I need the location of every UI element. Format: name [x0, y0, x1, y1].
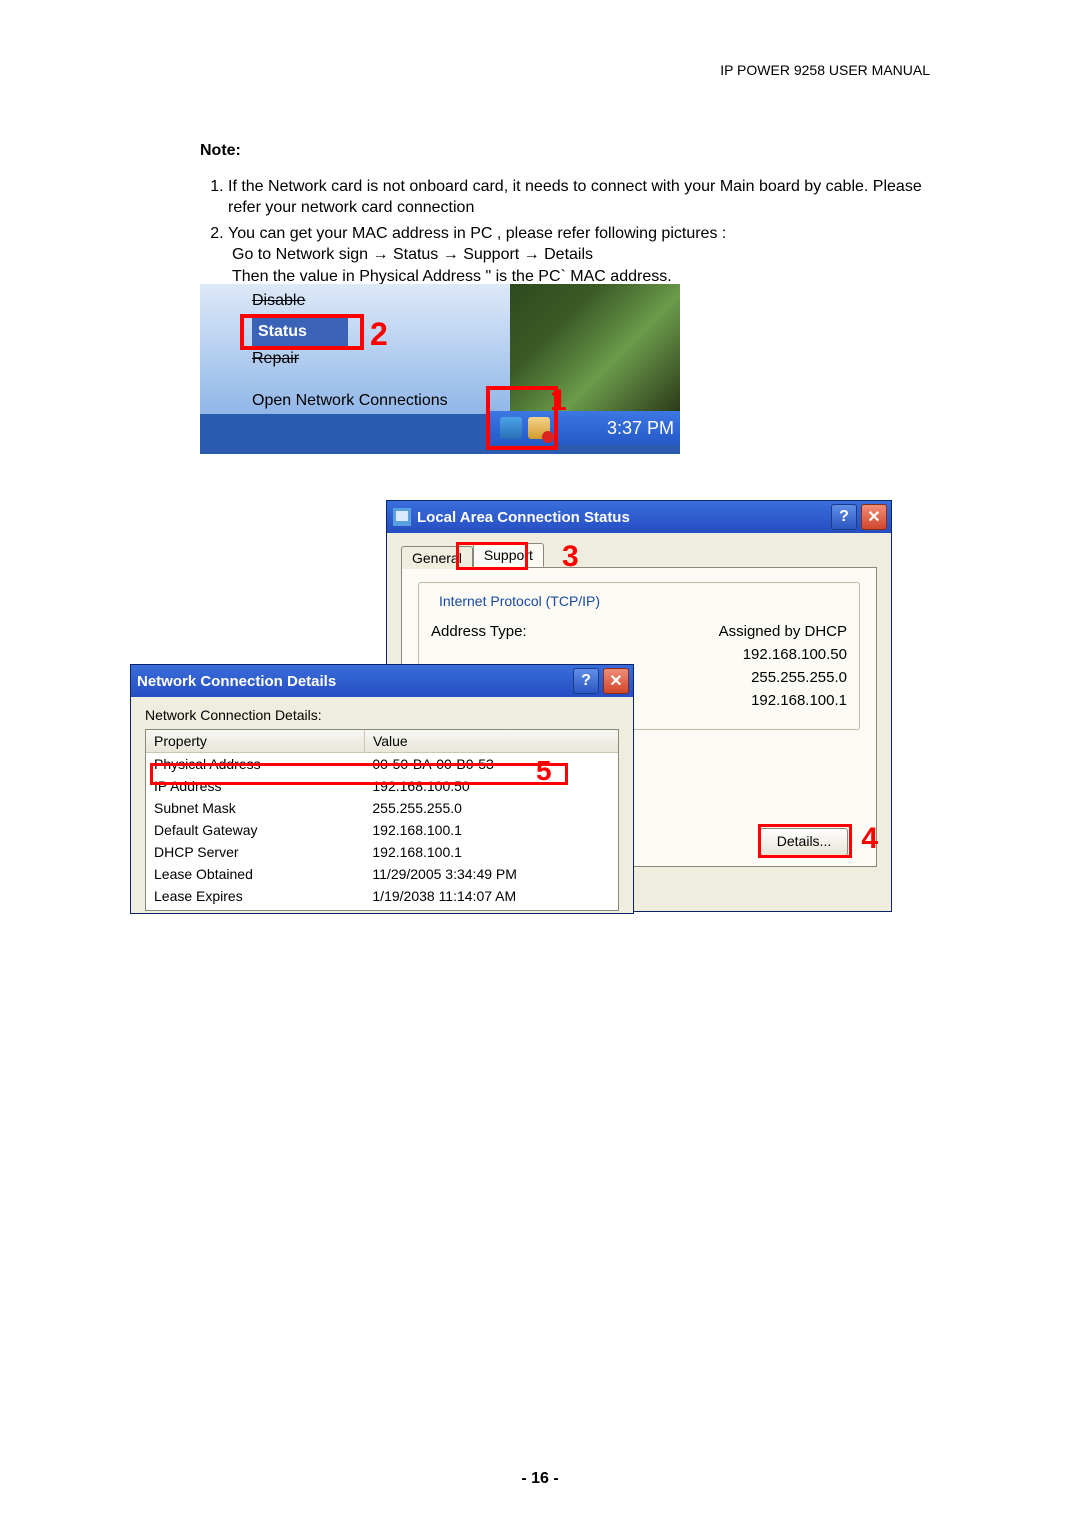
- annotation-number-3: 3: [562, 540, 579, 574]
- value-address-type: Assigned by DHCP: [719, 623, 847, 640]
- table-row: Lease Expires 1/19/2038 11:14:07 AM: [146, 885, 618, 907]
- annotation-number-5: 5: [536, 755, 552, 787]
- col-value: Value: [365, 730, 618, 752]
- details-title-text: Network Connection Details: [137, 673, 336, 690]
- note-item-2-text: You can get your MAC address in PC , ple…: [228, 225, 726, 242]
- details-list-header: Property Value: [146, 730, 618, 753]
- table-row: Subnet Mask 255.255.255.0: [146, 797, 618, 819]
- note-block: Note: If the Network card is not onboard…: [200, 140, 950, 288]
- prop: Lease Expires: [146, 885, 364, 907]
- ctx-repair[interactable]: Repair: [252, 350, 299, 368]
- annotation-number-1: 1: [550, 384, 567, 418]
- annotation-number-4: 4: [861, 822, 878, 856]
- label-address-type: Address Type:: [431, 623, 527, 640]
- note-title: Note:: [200, 140, 950, 162]
- annotation-number-2: 2: [370, 316, 388, 353]
- val: 11/29/2005 3:34:49 PM: [364, 863, 618, 885]
- val: 255.255.255.0: [364, 797, 618, 819]
- figure-dialogs: Local Area Connection Status ? ✕ General…: [130, 500, 890, 920]
- annotation-box-trayicon: [486, 386, 558, 450]
- table-row: Default Gateway 192.168.100.1: [146, 819, 618, 841]
- row-ip: 192.168.100.50: [431, 646, 847, 663]
- network-connection-details-window: Network Connection Details ? ✕ Network C…: [130, 664, 634, 914]
- annotation-box-status: [240, 314, 364, 350]
- details-label: Network Connection Details:: [145, 707, 619, 723]
- val: 192.168.100.1: [364, 841, 618, 863]
- note-item-2: You can get your MAC address in PC , ple…: [228, 223, 950, 288]
- status-title-text: Local Area Connection Status: [417, 509, 630, 526]
- details-titlebar: Network Connection Details ? ✕: [131, 665, 633, 697]
- table-row: Lease Obtained 11/29/2005 3:34:49 PM: [146, 863, 618, 885]
- status-titlebar: Local Area Connection Status ? ✕: [387, 501, 891, 533]
- table-row: DHCP Server 192.168.100.1: [146, 841, 618, 863]
- note-list: If the Network card is not onboard card,…: [200, 176, 950, 288]
- col-property: Property: [146, 730, 365, 752]
- help-button[interactable]: ?: [573, 668, 599, 694]
- tcpip-group-title: Internet Protocol (TCP/IP): [435, 593, 604, 609]
- annotation-box-details: [758, 824, 852, 858]
- close-button[interactable]: ✕: [861, 504, 887, 530]
- val: 192.168.100.1: [364, 819, 618, 841]
- figure-context-menu: Disable Status Repair Open Network Conne…: [200, 284, 680, 454]
- row-address-type: Address Type: Assigned by DHCP: [431, 623, 847, 640]
- help-button[interactable]: ?: [831, 504, 857, 530]
- value-gateway: 192.168.100.1: [751, 692, 847, 709]
- prop: DHCP Server: [146, 841, 364, 863]
- note-item-1: If the Network card is not onboard card,…: [228, 176, 950, 219]
- prop: Subnet Mask: [146, 797, 364, 819]
- page-number: - 16 -: [0, 1470, 1080, 1488]
- ctx-disable[interactable]: Disable: [252, 292, 305, 310]
- ctx-open-network-connections[interactable]: Open Network Connections: [252, 392, 448, 410]
- val: 1/19/2038 11:14:07 AM: [364, 885, 618, 907]
- annotation-box-support-tab: [456, 542, 528, 570]
- tray-clock: 3:37 PM: [607, 411, 674, 445]
- value-mask: 255.255.255.0: [751, 669, 847, 686]
- note-item-2-sub-a: Go to Network sign → Status → Support → …: [232, 244, 950, 266]
- prop: Lease Obtained: [146, 863, 364, 885]
- prop: Default Gateway: [146, 819, 364, 841]
- annotation-box-physical-address: [150, 763, 568, 785]
- value-ip: 192.168.100.50: [743, 646, 847, 663]
- network-icon: [393, 508, 411, 526]
- close-button[interactable]: ✕: [603, 668, 629, 694]
- page-header: IP POWER 9258 USER MANUAL: [720, 62, 930, 78]
